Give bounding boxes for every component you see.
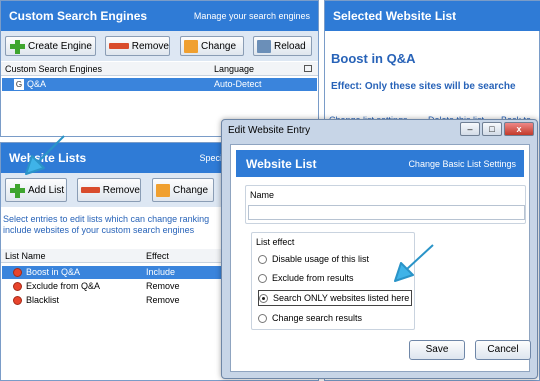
minimize-button[interactable]: – [460, 122, 480, 136]
reload-engine-button[interactable]: Reload [253, 36, 312, 56]
name-label: Name [250, 190, 275, 200]
block-icon [13, 296, 22, 305]
minus-icon [81, 187, 100, 193]
add-list-button[interactable]: Add List [5, 178, 67, 202]
wrench-icon [156, 183, 170, 197]
reload-icon [257, 39, 271, 53]
selected-list-header: Selected Website List [325, 1, 540, 31]
block-icon [13, 268, 22, 277]
selected-list-effect: Effect: Only these sites will be searche [331, 81, 516, 92]
name-group: Name [245, 185, 526, 224]
change-engine-button[interactable]: Change [180, 36, 244, 56]
search-engines-subtitle[interactable]: Manage your search engines [194, 11, 310, 21]
engine-row[interactable]: G Q&A Auto-Detect [2, 78, 317, 91]
lists-help-text: Select entries to edit lists which can c… [3, 214, 210, 235]
callout-arrow-icon [25, 135, 65, 175]
name-input[interactable] [248, 205, 525, 220]
block-icon [13, 282, 22, 291]
wrench-icon [184, 39, 198, 53]
cancel-button[interactable]: Cancel [475, 340, 531, 360]
column-chooser-icon[interactable] [304, 65, 312, 72]
remove-list-button[interactable]: Remove [77, 178, 141, 202]
dialog-body: Website List Change Basic List Settings … [230, 144, 531, 372]
radio-icon [258, 254, 267, 264]
google-icon: G [14, 79, 24, 90]
search-engines-header: Custom Search Engines Manage your search… [1, 1, 318, 31]
radio-disable-list[interactable]: Disable usage of this list [258, 252, 369, 266]
dialog-header-title: Website List [246, 157, 317, 171]
change-basic-settings-link[interactable]: Change Basic List Settings [408, 159, 516, 169]
dialog-title: Edit Website Entry [228, 125, 311, 136]
radio-change-results[interactable]: Change search results [258, 311, 362, 325]
column-language[interactable]: Language [214, 64, 254, 74]
selected-list-title: Selected Website List [333, 9, 457, 23]
maximize-button[interactable]: □ [482, 122, 502, 136]
dialog-header: Website List Change Basic List Settings [236, 150, 524, 177]
radio-icon [259, 293, 268, 303]
close-button[interactable]: x [504, 122, 534, 136]
create-engine-button[interactable]: Create Engine [5, 36, 96, 56]
radio-icon [258, 313, 267, 323]
callout-arrow-icon [394, 244, 434, 282]
radio-exclude-results[interactable]: Exclude from results [258, 271, 354, 285]
selected-list-name: Boost in Q&A [331, 51, 416, 66]
edit-website-dialog: Edit Website Entry – □ x Website List Ch… [221, 119, 538, 379]
radio-search-only-listed[interactable]: Search ONLY websites listed here [258, 290, 413, 306]
website-lists-subtitle: Speci [199, 153, 222, 163]
column-engine-name[interactable]: Custom Search Engines [5, 64, 102, 74]
minus-icon [109, 43, 129, 49]
radio-icon [258, 273, 267, 283]
search-engines-panel: Custom Search Engines Manage your search… [0, 0, 319, 137]
save-button[interactable]: Save [409, 340, 465, 360]
remove-engine-button[interactable]: Remove [105, 36, 170, 56]
engines-table-header: Custom Search Engines Language [1, 62, 318, 76]
column-list-name[interactable]: List Name [5, 251, 46, 261]
list-effect-label: List effect [256, 237, 295, 247]
plus-icon [9, 40, 25, 54]
change-list-button[interactable]: Change [152, 178, 214, 202]
engines-toolbar: Create Engine Remove Change Reload [1, 31, 318, 61]
search-engines-title: Custom Search Engines [9, 9, 148, 23]
plus-icon [9, 184, 25, 198]
column-effect[interactable]: Effect [146, 251, 169, 261]
